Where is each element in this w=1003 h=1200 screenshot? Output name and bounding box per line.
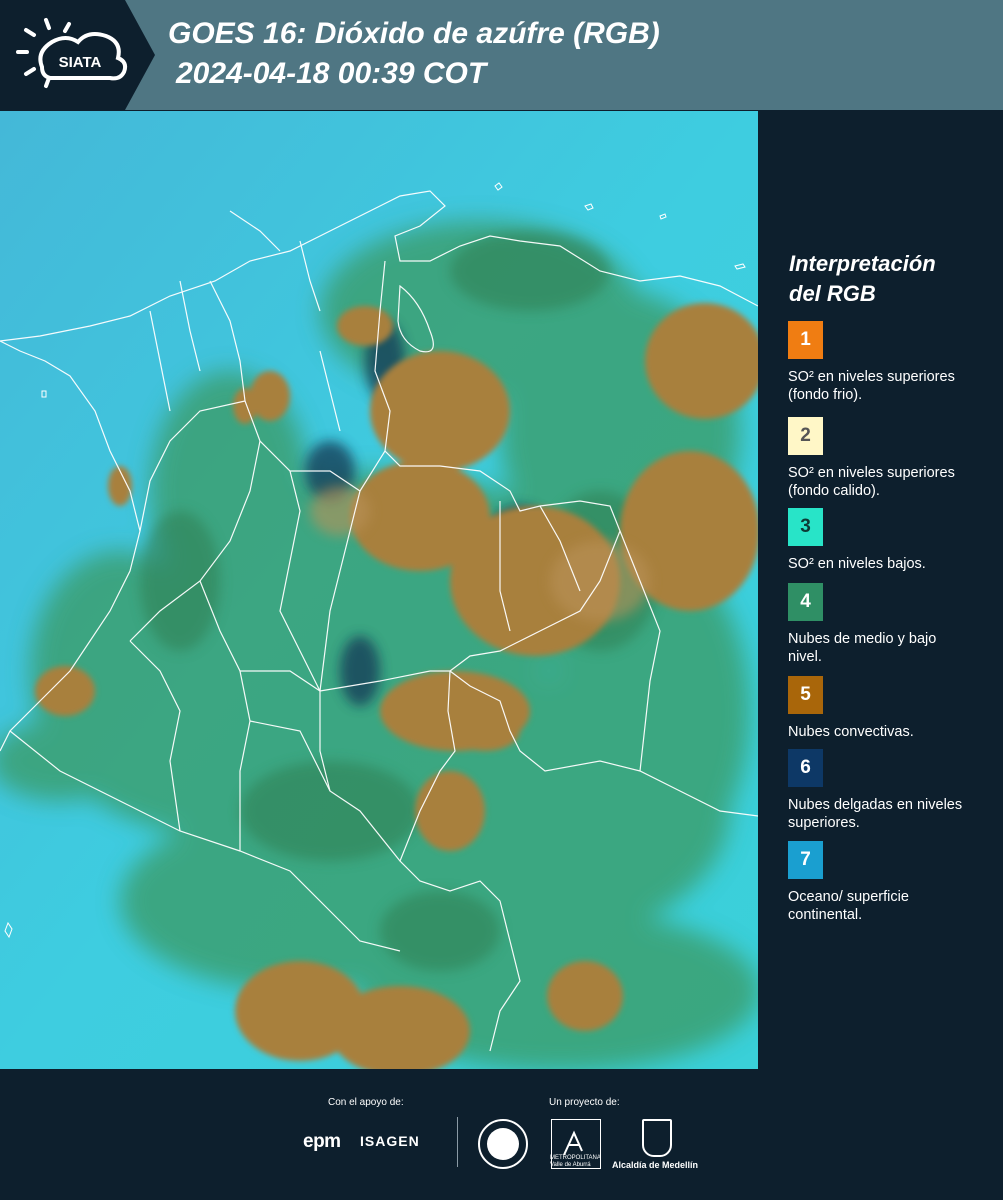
alcaldia-label: Alcaldía de Medellín [612, 1160, 699, 1170]
epm-logo: epm [303, 1131, 341, 1152]
legend-item-6: 6 Nubes delgadas en niveles superiores. [788, 749, 988, 832]
legend-label-1: SO² en niveles superiores (fondo frio). [788, 369, 955, 403]
legend-number-1: 1 [800, 329, 811, 350]
legend-item-1: 1 SO² en niveles superiores (fondo frio)… [788, 321, 988, 404]
legend-label-3: SO² en niveles bajos. [788, 556, 926, 572]
legend-item-7: 7 Oceano/ superficie continental. [788, 841, 988, 924]
legend-swatch-2: 2 [788, 417, 823, 455]
footer-divider [457, 1117, 458, 1167]
legend-title: Interpretación del RGB [789, 249, 989, 309]
project-label: Un proyecto de: [549, 1097, 620, 1108]
legend-swatch-1: 1 [788, 321, 823, 359]
legend-swatch-4: 4 [788, 583, 823, 621]
legend-number-6: 6 [800, 757, 811, 778]
legend-title-line-1: Interpretación [789, 251, 936, 276]
university-seal-icon [478, 1119, 528, 1169]
legend-swatch-3: 3 [788, 508, 823, 546]
title-line-2: 2024-04-18 00:39 COT [176, 57, 487, 90]
legend-item-3: 3 SO² en niveles bajos. [788, 508, 988, 573]
medellin-shield-icon [642, 1119, 672, 1157]
support-label: Con el apoyo de: [328, 1097, 404, 1108]
legend-item-4: 4 Nubes de medio y bajo nivel. [788, 583, 988, 666]
legend-label-7: Oceano/ superficie continental. [788, 889, 909, 923]
legend-label-5: Nubes convectivas. [788, 724, 914, 740]
legend-swatch-6: 6 [788, 749, 823, 787]
logo-text: SIATA [59, 54, 102, 71]
legend-number-5: 5 [800, 684, 811, 705]
legend-item-2: 2 SO² en niveles superiores (fondo calid… [788, 417, 988, 500]
legend-swatch-7: 7 [788, 841, 823, 879]
title-line-1: GOES 16: Dióxido de azúfre (RGB) [168, 17, 660, 50]
legend-title-line-2: del RGB [789, 281, 876, 306]
legend-number-4: 4 [800, 591, 811, 612]
page-title: GOES 16: Dióxido de azúfre (RGB) 2024-04-… [168, 14, 660, 94]
footer-sponsors: Con el apoyo de: Un proyecto de: epm ISA… [0, 1069, 1003, 1200]
sun-cloud-icon: SIATA [16, 18, 128, 88]
satellite-map[interactable] [0, 111, 758, 1069]
legend-label-4: Nubes de medio y bajo nivel. [788, 631, 937, 665]
area-metropolitana-label: METROPOLITANA Valle de Aburrá [550, 1155, 601, 1168]
rgb-legend: Interpretación del RGB 1 SO² en niveles … [759, 111, 1003, 1069]
satellite-image-canvas [0, 111, 758, 1069]
legend-number-3: 3 [800, 516, 811, 537]
legend-swatch-5: 5 [788, 676, 823, 714]
legend-number-2: 2 [800, 425, 811, 446]
legend-label-6: Nubes delgadas en niveles superiores. [788, 797, 963, 831]
legend-item-5: 5 Nubes convectivas. [788, 676, 988, 741]
header-bar: SIATA GOES 16: Dióxido de azúfre (RGB) 20… [0, 0, 1003, 110]
legend-number-7: 7 [800, 849, 811, 870]
isagen-logo: ISAGEN [360, 1133, 420, 1149]
siata-logo: SIATA [0, 0, 155, 110]
legend-label-2: SO² en niveles superiores (fondo calido)… [788, 465, 955, 499]
